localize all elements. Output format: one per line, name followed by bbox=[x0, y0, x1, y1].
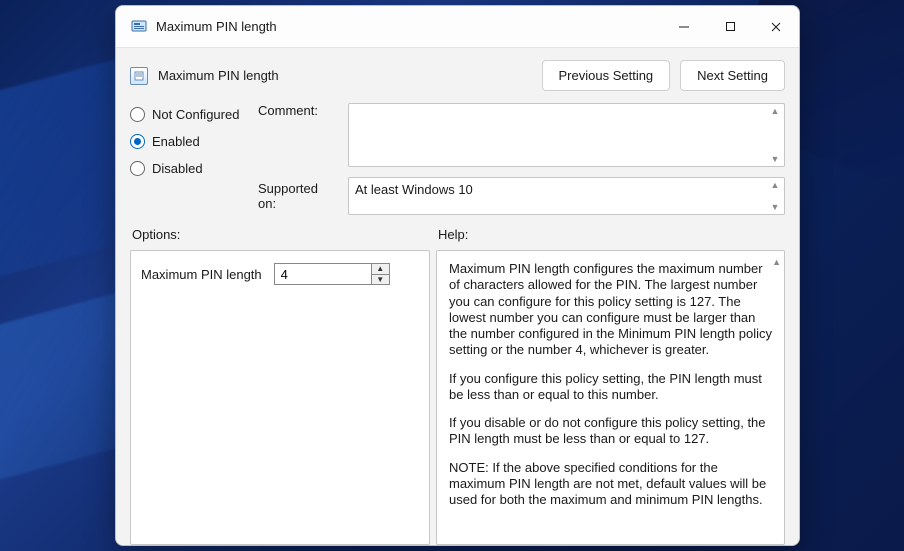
scroll-down-icon: ▼ bbox=[768, 202, 782, 212]
spinner-up-icon[interactable]: ▲ bbox=[372, 264, 389, 275]
supported-on-value: At least Windows 10 bbox=[355, 182, 473, 197]
next-setting-button[interactable]: Next Setting bbox=[680, 60, 785, 91]
maximize-button[interactable] bbox=[707, 6, 753, 47]
titlebar: Maximum PIN length bbox=[116, 6, 799, 48]
scroll-up-icon: ▲ bbox=[768, 106, 782, 116]
help-paragraph: NOTE: If the above specified conditions … bbox=[449, 460, 772, 509]
radio-circle-icon bbox=[130, 134, 145, 149]
radio-circle-icon bbox=[130, 107, 145, 122]
policy-icon bbox=[130, 67, 148, 85]
field-labels: Comment: Supported on: bbox=[258, 103, 338, 211]
scroll-up-icon: ▲ bbox=[768, 180, 782, 190]
dialog-window: Maximum PIN length Maximum PIN length Pr… bbox=[115, 5, 800, 546]
supported-on-textbox: At least Windows 10 ▲ ▼ bbox=[348, 177, 785, 215]
app-icon bbox=[130, 18, 148, 36]
max-pin-length-spinner[interactable]: ▲ ▼ bbox=[274, 263, 390, 285]
help-paragraph: If you configure this policy setting, th… bbox=[449, 371, 772, 404]
scroll-down-icon: ▼ bbox=[768, 154, 782, 164]
radio-disabled[interactable]: Disabled bbox=[130, 161, 248, 176]
config-row: Not Configured Enabled Disabled Comment:… bbox=[130, 103, 785, 215]
comment-label: Comment: bbox=[258, 103, 338, 173]
titlebar-controls bbox=[661, 6, 799, 47]
spinner-buttons: ▲ ▼ bbox=[371, 264, 389, 284]
window-title: Maximum PIN length bbox=[156, 19, 277, 34]
close-button[interactable] bbox=[753, 6, 799, 47]
help-paragraph: Maximum PIN length configures the maximu… bbox=[449, 261, 772, 359]
field-values: ▲ ▼ At least Windows 10 ▲ ▼ bbox=[348, 103, 785, 215]
policy-name: Maximum PIN length bbox=[158, 68, 279, 83]
comment-scroll[interactable]: ▲ ▼ bbox=[768, 106, 782, 164]
minimize-button[interactable] bbox=[661, 6, 707, 47]
max-pin-length-input[interactable] bbox=[275, 264, 371, 284]
help-scroll-up-icon: ▲ bbox=[772, 257, 781, 267]
lower-section: Options: Maximum PIN length ▲ ▼ bbox=[130, 227, 785, 545]
help-paragraph: If you disable or do not configure this … bbox=[449, 415, 772, 448]
radio-label: Enabled bbox=[152, 134, 200, 149]
supported-scroll[interactable]: ▲ ▼ bbox=[768, 180, 782, 212]
supported-on-label: Supported on: bbox=[258, 181, 338, 211]
spinner-down-icon[interactable]: ▼ bbox=[372, 275, 389, 285]
help-column: Help: Maximum PIN length configures the … bbox=[436, 227, 785, 545]
radio-enabled[interactable]: Enabled bbox=[130, 134, 248, 149]
comment-textbox[interactable]: ▲ ▼ bbox=[348, 103, 785, 167]
option-name: Maximum PIN length bbox=[141, 267, 262, 282]
radio-label: Disabled bbox=[152, 161, 203, 176]
radio-circle-icon bbox=[130, 161, 145, 176]
options-column: Options: Maximum PIN length ▲ ▼ bbox=[130, 227, 430, 545]
previous-setting-button[interactable]: Previous Setting bbox=[542, 60, 671, 91]
header-row: Maximum PIN length Previous Setting Next… bbox=[130, 60, 785, 91]
nav-buttons: Previous Setting Next Setting bbox=[542, 60, 786, 91]
help-panel: Maximum PIN length configures the maximu… bbox=[436, 250, 785, 545]
option-row: Maximum PIN length ▲ ▼ bbox=[141, 263, 419, 285]
radio-not-configured[interactable]: Not Configured bbox=[130, 107, 248, 122]
help-label: Help: bbox=[436, 227, 785, 242]
state-radio-group: Not Configured Enabled Disabled bbox=[130, 103, 248, 176]
options-label: Options: bbox=[130, 227, 430, 242]
radio-label: Not Configured bbox=[152, 107, 239, 122]
content-area: Maximum PIN length Previous Setting Next… bbox=[116, 48, 799, 545]
options-panel: Maximum PIN length ▲ ▼ bbox=[130, 250, 430, 545]
